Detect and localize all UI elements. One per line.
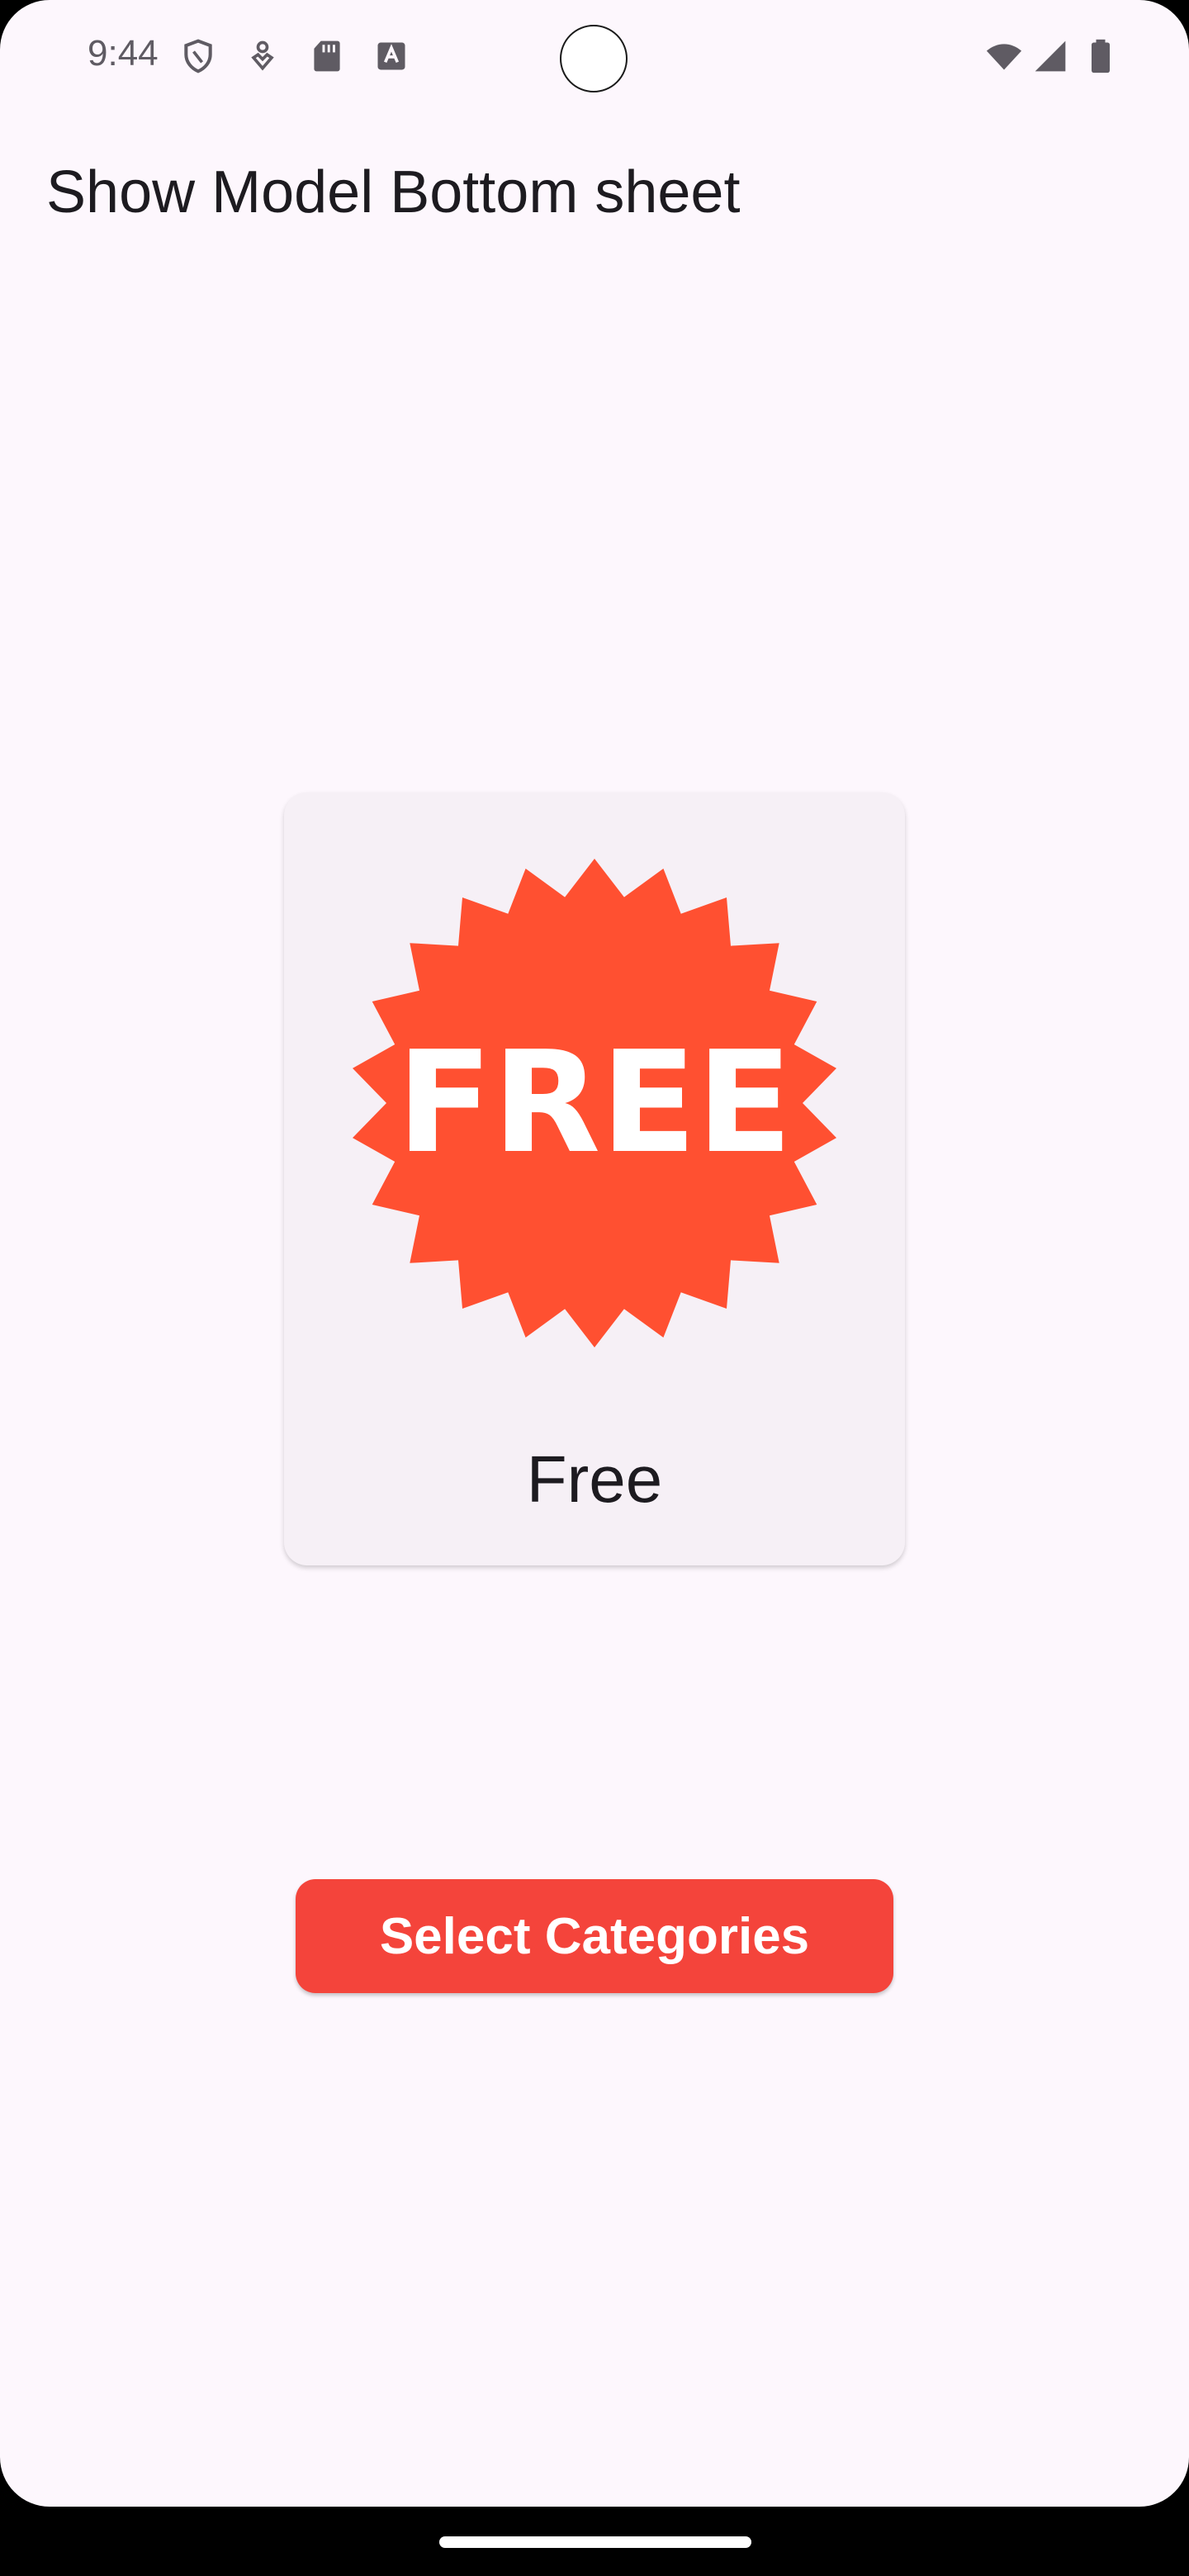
navigation-bar (0, 2507, 1189, 2576)
wifi-icon (986, 44, 1022, 70)
camera-cutout (560, 25, 628, 92)
battery-icon (1092, 39, 1110, 73)
badge-text: FREE (396, 1021, 792, 1185)
card-label: Free (526, 1442, 663, 1516)
shield-icon (184, 39, 212, 73)
cell-signal-icon (1035, 40, 1066, 72)
screen-corner-top-right (1139, 0, 1189, 50)
status-time: 9:44 (88, 33, 159, 73)
page-title: Show Model Bottom sheet (46, 159, 741, 225)
pin-icon (251, 40, 274, 71)
select-categories-button[interactable]: Select Categories (296, 1879, 893, 1993)
home-gesture-handle[interactable] (439, 2536, 751, 2548)
sd-card-icon (314, 40, 340, 72)
free-badge-image: FREE (353, 859, 836, 1347)
free-category-card[interactable]: FREE Free (284, 793, 905, 1565)
screen-corner-bottom-left (0, 2457, 50, 2507)
screen-corner-top-left (0, 0, 50, 50)
keyboard-a-icon (377, 42, 405, 70)
screen-corner-bottom-right (1139, 2457, 1189, 2507)
status-bar: 9:44 (0, 0, 1189, 116)
